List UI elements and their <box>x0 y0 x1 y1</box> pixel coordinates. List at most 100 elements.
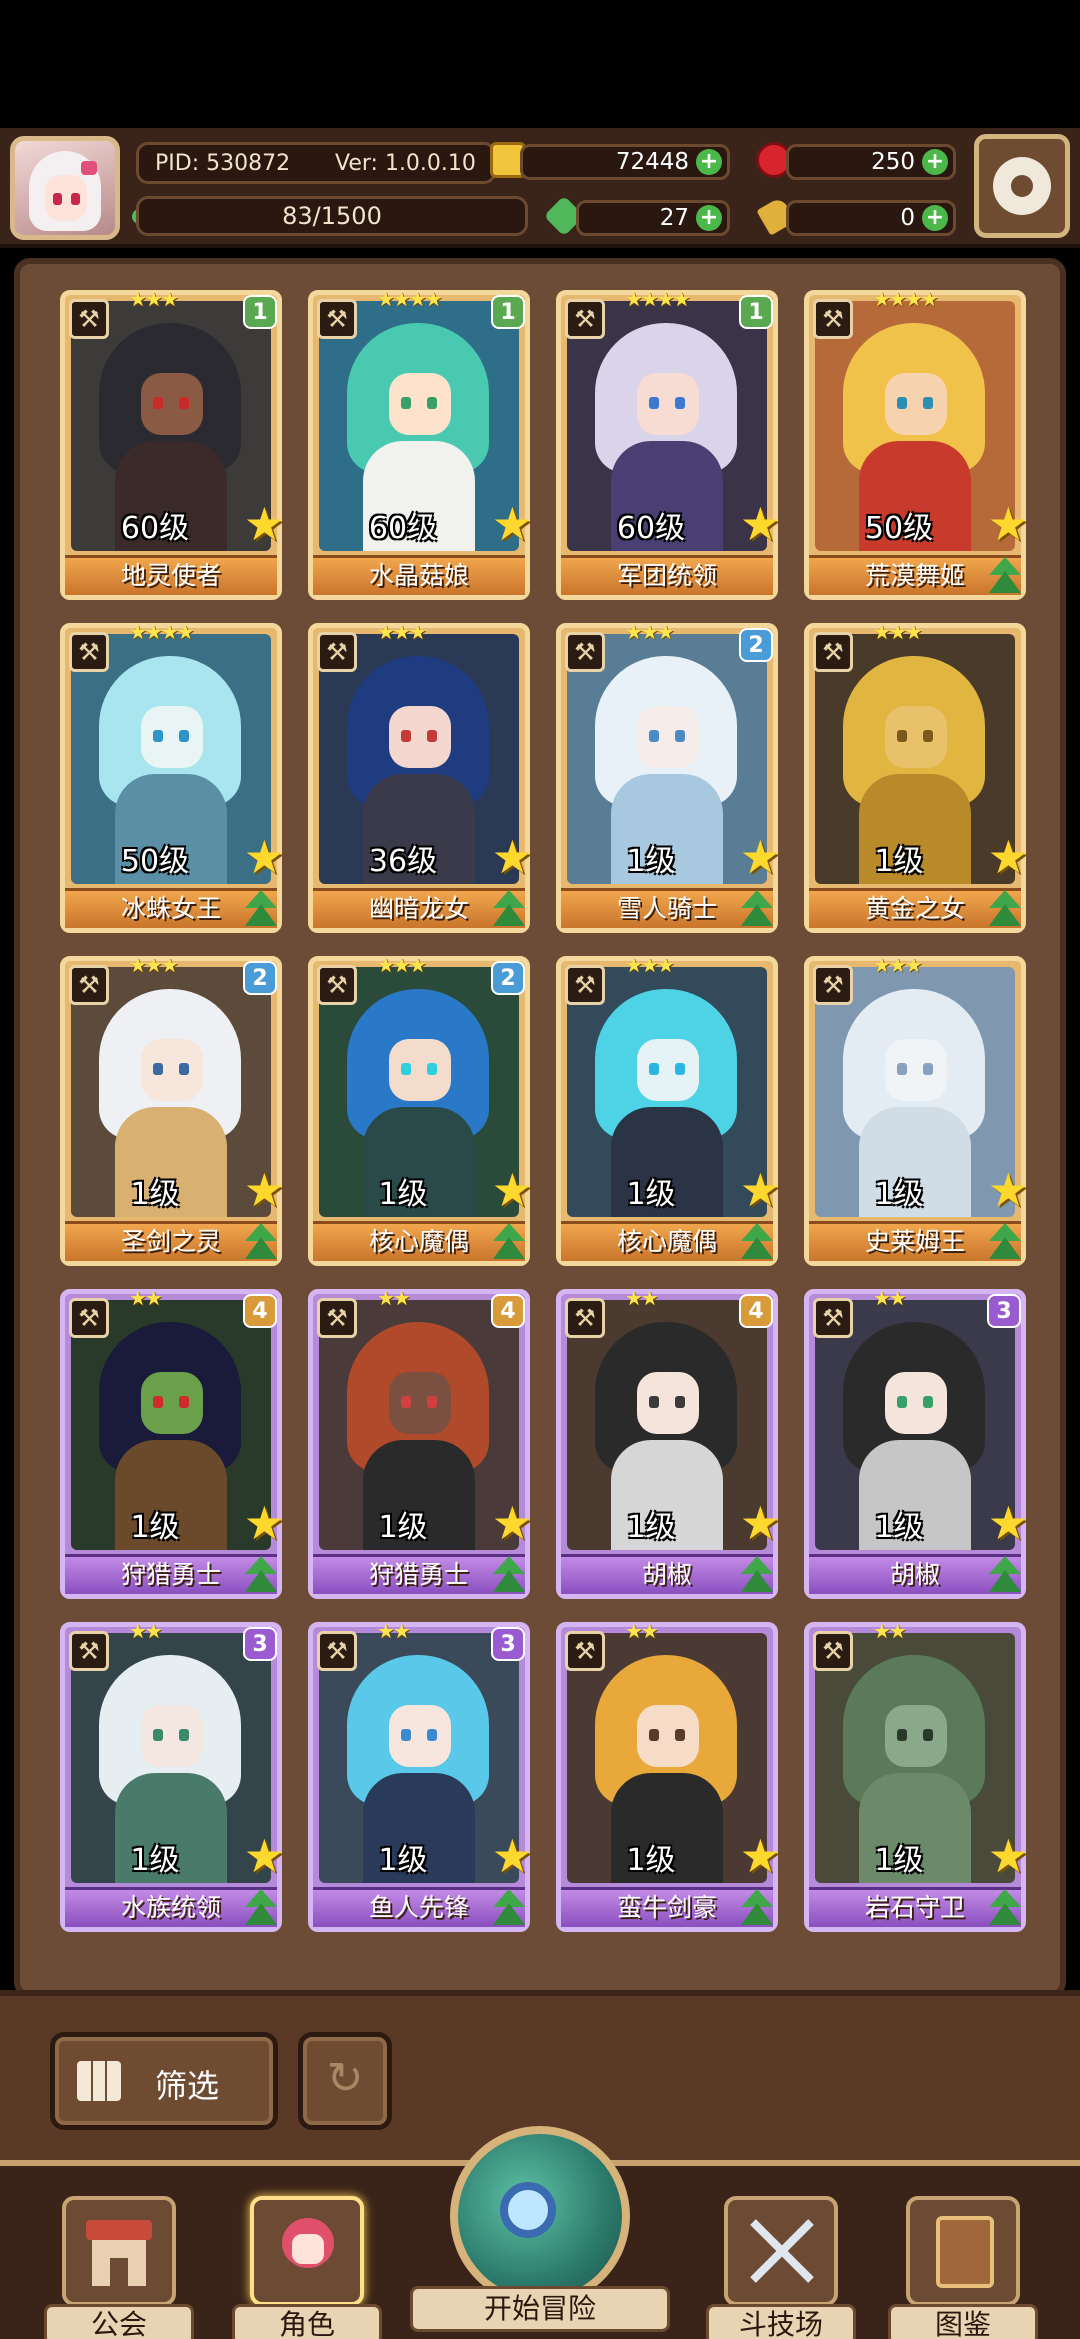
character-level: 1级 <box>378 1843 428 1878</box>
character-card[interactable]: ⚒ ★★ 1级 ★ 岩石守卫 <box>804 1619 1029 1932</box>
character-level: 50级 <box>120 844 190 879</box>
nav-arena-label: 斗技场 <box>706 2304 856 2339</box>
class-icon: ⚒ <box>317 1631 357 1671</box>
star-icon: ★ <box>987 497 1029 551</box>
character-icon <box>250 2196 364 2306</box>
star-icon: ★ <box>987 1163 1029 1217</box>
class-icon: ⚒ <box>69 299 109 339</box>
rank-badge: 4 <box>739 1294 773 1328</box>
rarity-stars: ★★★ <box>625 953 675 977</box>
start-adventure-button[interactable]: 开始冒险 <box>410 2126 670 2336</box>
nav-codex-label: 图鉴 <box>888 2304 1038 2339</box>
avatar-bow <box>81 161 97 175</box>
character-card[interactable]: ⚒ ★★★ 2 1级 ★ 雪人骑士 <box>556 620 781 933</box>
character-card[interactable]: ⚒ ★★★★ 1 60级 ★ 水晶菇娘 <box>308 287 533 600</box>
add-clover-button[interactable]: + <box>696 205 722 231</box>
rarity-stars: ★★★ <box>129 287 179 311</box>
character-level: 1级 <box>130 1843 180 1878</box>
class-icon: ⚒ <box>69 965 109 1005</box>
grid-icon <box>77 2061 121 2101</box>
character-level: 1级 <box>626 1843 676 1878</box>
settings-button[interactable] <box>974 134 1070 238</box>
nav-character[interactable]: 角色 <box>232 2196 382 2339</box>
rarity-stars: ★★ <box>129 1286 163 1310</box>
nav-arena[interactable]: 斗技场 <box>706 2196 856 2339</box>
rank-badge: 1 <box>491 295 525 329</box>
star-icon: ★ <box>739 1496 781 1550</box>
rank-badge: 4 <box>491 1294 525 1328</box>
character-card[interactable]: ⚒ ★★★ 1级 ★ 黄金之女 <box>804 620 1029 933</box>
upgrade-tree-icon <box>241 1887 281 1927</box>
character-card[interactable]: ⚒ ★★★ 1级 ★ 史莱姆王 <box>804 953 1029 1266</box>
crossed-swords-icon <box>724 2196 838 2306</box>
class-icon: ⚒ <box>813 1631 853 1671</box>
rarity-stars: ★★ <box>625 1286 659 1310</box>
rank-badge: 3 <box>987 1294 1021 1328</box>
class-icon: ⚒ <box>813 1298 853 1338</box>
nav-guild[interactable]: 公会 <box>44 2196 194 2339</box>
player-info-box: PID: 530872 Ver: 1.0.0.10 <box>136 142 496 184</box>
class-icon: ⚒ <box>565 1631 605 1671</box>
star-icon: ★ <box>243 1163 285 1217</box>
character-card[interactable]: ⚒ ★★ 4 1级 ★ 狩猎勇士 <box>60 1286 285 1599</box>
character-level: 1级 <box>626 1177 676 1212</box>
character-level: 60级 <box>616 511 686 546</box>
character-level: 1级 <box>378 1510 428 1545</box>
player-avatar[interactable] <box>10 136 120 240</box>
star-icon: ★ <box>243 497 285 551</box>
rank-badge: 1 <box>739 295 773 329</box>
character-level: 60级 <box>368 511 438 546</box>
upgrade-tree-icon <box>241 1221 281 1261</box>
filter-button[interactable]: 筛选 <box>50 2032 278 2130</box>
character-card[interactable]: ⚒ ★★ 3 1级 ★ 水族统领 <box>60 1619 285 1932</box>
character-card[interactable]: ⚒ ★★★ 1 60级 ★ 地灵使者 <box>60 287 285 600</box>
upgrade-tree-icon <box>737 1887 777 1927</box>
nav-codex[interactable]: 图鉴 <box>888 2196 1038 2339</box>
character-card[interactable]: ⚒ ★★★ 1级 ★ 核心魔偶 <box>556 953 781 1266</box>
star-icon: ★ <box>243 830 285 884</box>
class-icon: ⚒ <box>565 299 605 339</box>
class-icon: ⚒ <box>813 632 853 672</box>
upgrade-tree-icon <box>489 888 529 928</box>
character-card[interactable]: ⚒ ★★★ 2 1级 ★ 核心魔偶 <box>308 953 533 1266</box>
rarity-stars: ★★★ <box>129 953 179 977</box>
add-gold-button[interactable]: + <box>696 149 722 175</box>
character-card[interactable]: ⚒ ★★ 1级 ★ 蛮牛剑豪 <box>556 1619 781 1932</box>
character-card[interactable]: ⚒ ★★★★ 50级 ★ 荒漠舞姬 <box>804 287 1029 600</box>
character-card[interactable]: ⚒ ★★ 4 1级 ★ 胡椒 <box>556 1286 781 1599</box>
player-id: PID: 530872 <box>155 151 291 176</box>
class-icon: ⚒ <box>565 965 605 1005</box>
rank-badge: 2 <box>739 628 773 662</box>
star-icon: ★ <box>739 497 781 551</box>
character-level: 1级 <box>130 1177 180 1212</box>
character-card[interactable]: ⚒ ★★★★ 50级 ★ 冰蛛女王 <box>60 620 285 933</box>
character-card[interactable]: ⚒ ★★ 3 1级 ★ 胡椒 <box>804 1286 1029 1599</box>
character-card[interactable]: ⚒ ★★★ 36级 ★ 幽暗龙女 <box>308 620 533 933</box>
rarity-stars: ★★★ <box>377 620 427 644</box>
class-icon: ⚒ <box>317 1298 357 1338</box>
character-card[interactable]: ⚒ ★★ 4 1级 ★ 狩猎勇士 <box>308 1286 533 1599</box>
rank-badge: 3 <box>243 1627 277 1661</box>
star-icon: ★ <box>491 830 533 884</box>
character-level: 1级 <box>378 1177 428 1212</box>
guild-icon <box>62 2196 176 2306</box>
rank-badge: 2 <box>243 961 277 995</box>
star-icon: ★ <box>243 1496 285 1550</box>
character-card[interactable]: ⚒ ★★★★ 1 60级 ★ 军团统领 <box>556 287 781 600</box>
rarity-stars: ★★ <box>377 1619 411 1643</box>
refresh-button[interactable]: ↻ <box>298 2032 392 2130</box>
top-bar: PID: 530872 Ver: 1.0.0.10 83/1500 72448 … <box>0 128 1080 248</box>
star-icon: ★ <box>987 1496 1029 1550</box>
star-icon: ★ <box>491 497 533 551</box>
character-card[interactable]: ⚒ ★★★ 2 1级 ★ 圣剑之灵 <box>60 953 285 1266</box>
filter-label: 筛选 <box>155 2067 220 2105</box>
character-name: 地灵使者 <box>65 555 277 595</box>
add-gem-button[interactable]: + <box>922 149 948 175</box>
character-card[interactable]: ⚒ ★★ 3 1级 ★ 鱼人先锋 <box>308 1619 533 1932</box>
avatar-eye-right <box>71 193 80 205</box>
rank-badge: 2 <box>491 961 525 995</box>
add-key-button[interactable]: + <box>922 205 948 231</box>
star-icon: ★ <box>243 1829 285 1883</box>
nav-guild-label: 公会 <box>44 2304 194 2339</box>
stamina-bar: 83/1500 <box>136 196 528 236</box>
